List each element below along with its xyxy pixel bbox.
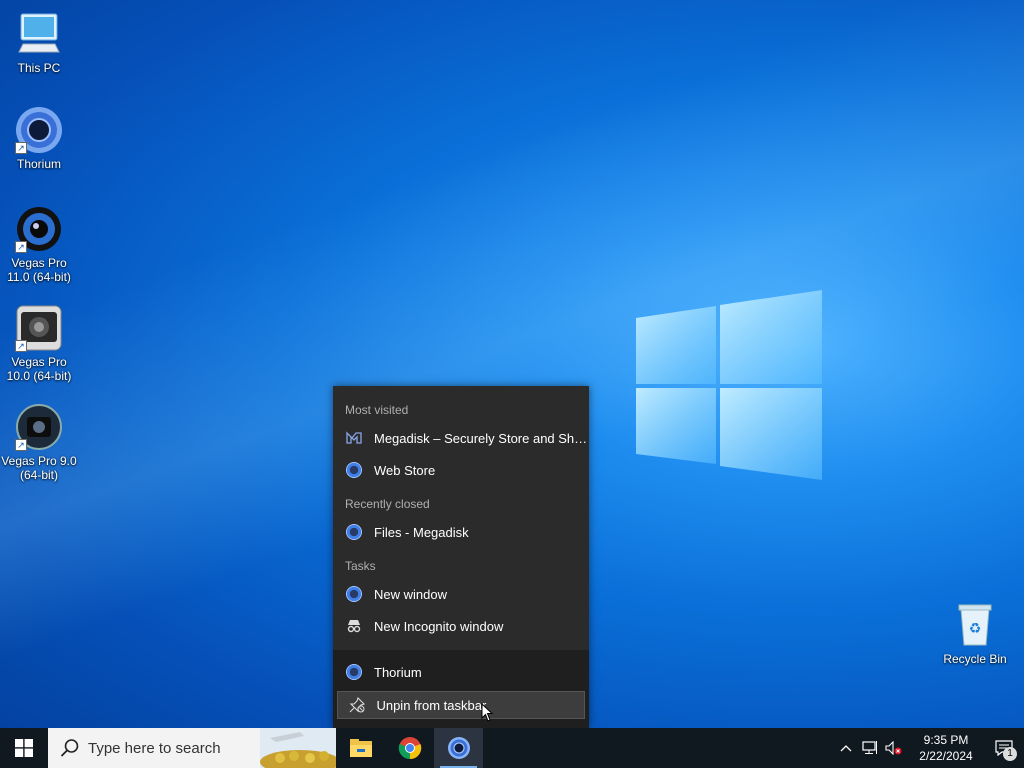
thorium-icon: ↗ bbox=[15, 106, 63, 154]
taskbar: Type here to search 9:35 PM 2/22/2024 1 bbox=[0, 728, 1024, 768]
clock-date: 2/22/2024 bbox=[919, 749, 973, 763]
thorium-icon bbox=[346, 462, 362, 478]
thorium-icon bbox=[447, 737, 470, 759]
taskbar-file-explorer[interactable] bbox=[336, 728, 385, 768]
vegas-pro-icon: ↗ bbox=[15, 403, 63, 451]
svg-text:♻: ♻ bbox=[969, 620, 982, 636]
search-icon bbox=[60, 739, 79, 757]
shortcut-arrow-icon: ↗ bbox=[15, 340, 27, 352]
windows-start-icon bbox=[15, 739, 33, 757]
jumplist-item-megadisk[interactable]: Megadisk – Securely Store and Share y... bbox=[333, 422, 589, 454]
incognito-icon bbox=[345, 617, 363, 635]
jumplist-item-web-store[interactable]: Web Store bbox=[333, 454, 589, 486]
desk-icon-thorium[interactable]: ↗ Thorium bbox=[1, 106, 77, 171]
jumplist-item-new-window[interactable]: New window bbox=[333, 578, 589, 610]
taskbar-thorium[interactable] bbox=[434, 728, 483, 768]
desk-icon-vegas-11[interactable]: ↗ Vegas Pro 11.0 (64-bit) bbox=[1, 205, 77, 284]
network-icon bbox=[862, 741, 877, 754]
thorium-icon bbox=[346, 664, 362, 680]
chrome-icon bbox=[398, 737, 421, 760]
computer-icon bbox=[15, 10, 63, 58]
desk-icon-vegas-9[interactable]: ↗ Vegas Pro 9.0 (64-bit) bbox=[1, 403, 77, 482]
recycle-bin-icon: ♻ bbox=[951, 601, 999, 649]
recently-closed-header: Recently closed bbox=[345, 497, 430, 511]
jumplist-item-files-megadisk[interactable]: Files - Megadisk bbox=[333, 516, 589, 548]
system-tray: 9:35 PM 2/22/2024 1 bbox=[834, 728, 1024, 768]
search-highlight-art bbox=[260, 728, 336, 768]
volume-button[interactable] bbox=[882, 728, 906, 768]
vegas-pro-icon: ↗ bbox=[15, 205, 63, 253]
taskbar-clock[interactable]: 9:35 PM 2/22/2024 bbox=[908, 732, 984, 764]
windows-wallpaper-logo bbox=[636, 288, 826, 480]
megadisk-icon bbox=[345, 429, 363, 447]
desk-icon-this-pc[interactable]: This PC bbox=[1, 10, 77, 75]
thorium-icon bbox=[346, 524, 362, 540]
show-hidden-icons-button[interactable] bbox=[834, 728, 858, 768]
desk-icon-vegas-10[interactable]: ↗ Vegas Pro 10.0 (64-bit) bbox=[1, 304, 77, 383]
action-center-button[interactable]: 1 bbox=[984, 728, 1024, 768]
shortcut-arrow-icon: ↗ bbox=[15, 439, 27, 451]
clock-time: 9:35 PM bbox=[923, 733, 969, 747]
chevron-up-icon bbox=[840, 745, 852, 752]
desk-icon-recycle-bin[interactable]: ♻ Recycle Bin bbox=[937, 601, 1013, 666]
unpin-icon bbox=[348, 696, 365, 714]
shortcut-arrow-icon: ↗ bbox=[15, 142, 27, 154]
thorium-icon bbox=[346, 586, 362, 602]
tasks-header: Tasks bbox=[345, 559, 376, 573]
start-button[interactable] bbox=[0, 728, 48, 768]
taskbar-chrome[interactable] bbox=[385, 728, 434, 768]
jumplist-app-thorium[interactable]: Thorium bbox=[333, 656, 589, 688]
shortcut-arrow-icon: ↗ bbox=[15, 241, 27, 253]
volume-muted-icon bbox=[885, 741, 902, 755]
network-button[interactable] bbox=[858, 728, 882, 768]
most-visited-header: Most visited bbox=[345, 403, 409, 417]
jumplist-footer: Thorium Unpin from taskbar bbox=[333, 650, 589, 728]
taskbar-search-box[interactable]: Type here to search bbox=[48, 728, 336, 768]
unpin-from-taskbar-button[interactable]: Unpin from taskbar bbox=[337, 691, 585, 719]
search-placeholder: Type here to search bbox=[88, 739, 221, 757]
thorium-jump-list: Most visited Megadisk – Securely Store a… bbox=[333, 386, 589, 728]
notification-count-badge: 1 bbox=[1003, 747, 1017, 761]
mouse-cursor-icon bbox=[481, 702, 494, 723]
file-explorer-icon bbox=[349, 739, 372, 757]
jumplist-item-new-incognito-window[interactable]: New Incognito window bbox=[333, 610, 589, 642]
vegas-pro-icon: ↗ bbox=[15, 304, 63, 352]
